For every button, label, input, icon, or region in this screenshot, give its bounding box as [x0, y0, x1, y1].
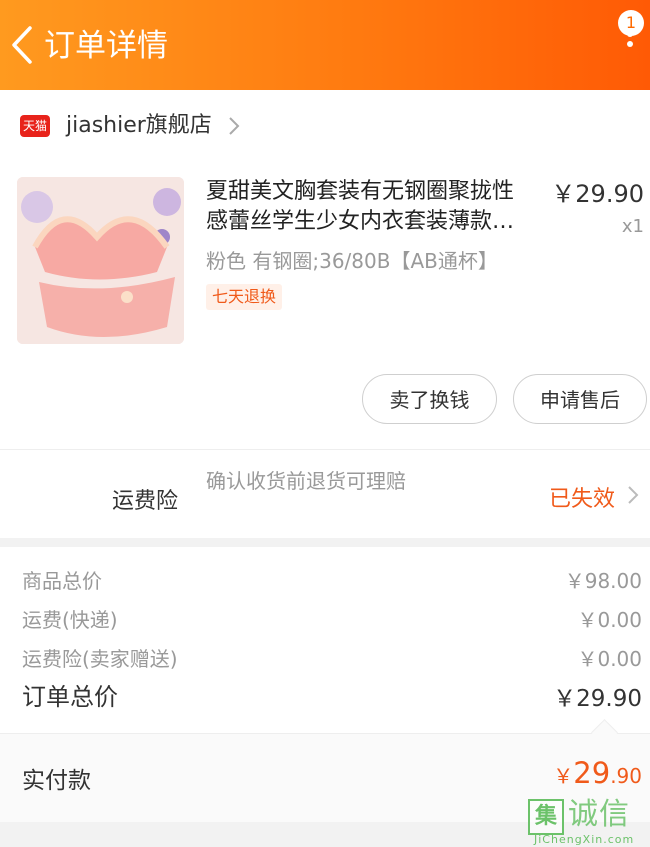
price-summary: 商品总价 ￥98.00 运费(快递) ￥0.00 运费险(卖家赠送) ￥0.00…: [0, 547, 650, 733]
actual-payment-label: 实付款: [22, 768, 91, 794]
product-price: ￥29.90: [551, 180, 644, 208]
back-arrow-icon[interactable]: [8, 24, 38, 66]
actual-payment-value: ￥29.90: [553, 756, 642, 790]
shipping-fee-label: 运费(快递): [22, 608, 118, 632]
shipping-fee-value: ￥0.00: [577, 608, 642, 632]
order-total-label: 订单总价: [22, 683, 118, 711]
page-title: 订单详情: [44, 28, 168, 64]
chevron-right-icon: [628, 486, 639, 504]
product-card: 夏甜美文胸套装有无钢圈聚拢性 感蕾丝学生少女内衣套装薄款… ￥29.90 x1 …: [0, 161, 650, 449]
insurance-fee-label: 运费险(卖家赠送): [22, 647, 178, 671]
store-name[interactable]: jiashier旗舰店: [66, 112, 212, 140]
order-total-value: ￥29.90: [553, 686, 642, 712]
watermark-logo: 集 诚信 JiChengXin.com: [528, 797, 646, 847]
insurance-status: 已失效: [549, 487, 616, 512]
goods-total-label: 商品总价: [22, 569, 102, 593]
insurance-description: 确认收货前退货可理赔: [206, 469, 406, 493]
after-sale-button[interactable]: 申请售后: [513, 374, 647, 424]
notification-badge[interactable]: 1: [618, 10, 644, 36]
product-sku: 粉色 有钢圈;36/80B【AB通杯】: [206, 249, 498, 273]
goods-total-value: ￥98.00: [564, 569, 642, 593]
shipping-insurance-row[interactable]: 运费险 确认收货前退货可理赔 已失效: [0, 449, 650, 538]
product-image[interactable]: [17, 177, 184, 344]
insurance-label: 运费险: [112, 489, 179, 514]
store-row[interactable]: 天猫 jiashier旗舰店: [0, 90, 650, 161]
insurance-fee-value: ￥0.00: [577, 647, 642, 671]
lingerie-image-icon: [17, 177, 184, 344]
chevron-right-icon: [229, 117, 240, 135]
product-title[interactable]: 夏甜美文胸套装有无钢圈聚拢性 感蕾丝学生少女内衣套装薄款…: [206, 177, 546, 237]
return-policy-tag: 七天退换: [206, 284, 283, 310]
product-quantity: x1: [621, 216, 644, 237]
top-bar: 订单详情 1: [0, 0, 650, 90]
tmall-logo-icon: 天猫: [20, 115, 50, 137]
sell-button[interactable]: 卖了换钱: [362, 374, 497, 424]
